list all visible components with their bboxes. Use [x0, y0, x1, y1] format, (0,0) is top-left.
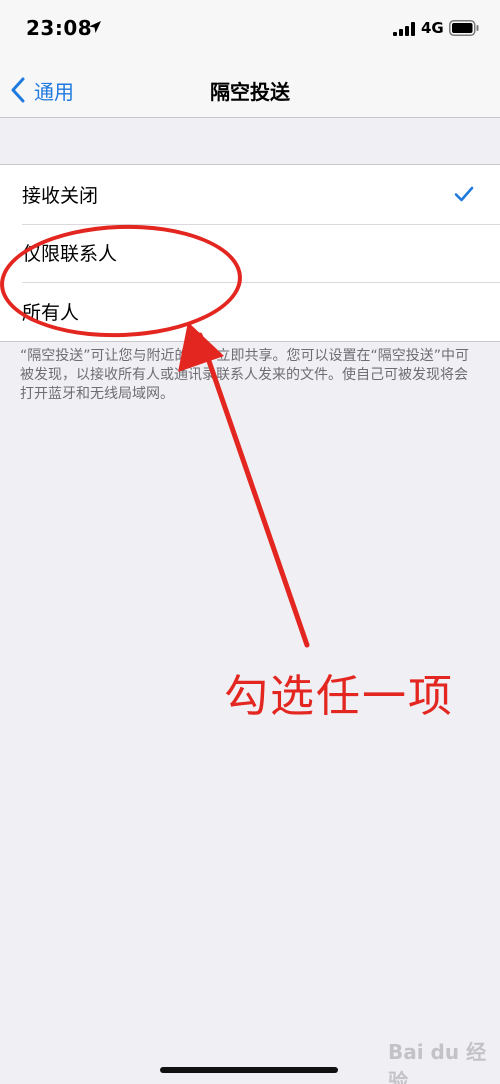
network-type: 4G — [421, 19, 444, 37]
signal-icon — [393, 22, 415, 36]
battery-icon — [449, 20, 479, 36]
status-time: 23:08 — [26, 16, 93, 40]
option-label: 接收关闭 — [22, 184, 99, 207]
home-indicator[interactable] — [160, 1067, 338, 1073]
navigation-bar: 通用 隔空投送 — [0, 62, 500, 118]
watermark: Bai du 经验 — [388, 1040, 487, 1084]
option-receiving-off[interactable]: 接收关闭 — [0, 165, 500, 224]
annotation-text: 勾选任一项 — [224, 671, 454, 722]
checkmark-icon — [454, 186, 474, 202]
page-title: 隔空投送 — [210, 80, 290, 104]
status-bar: 23:08 4G — [0, 0, 500, 62]
airdrop-footer-note: “隔空投送”可让您与附近的用户立即共享。您可以设置在“隔空投送”中可被发现，以接… — [20, 348, 470, 402]
location-arrow-icon — [89, 21, 101, 33]
annotation-arrow — [178, 322, 310, 648]
